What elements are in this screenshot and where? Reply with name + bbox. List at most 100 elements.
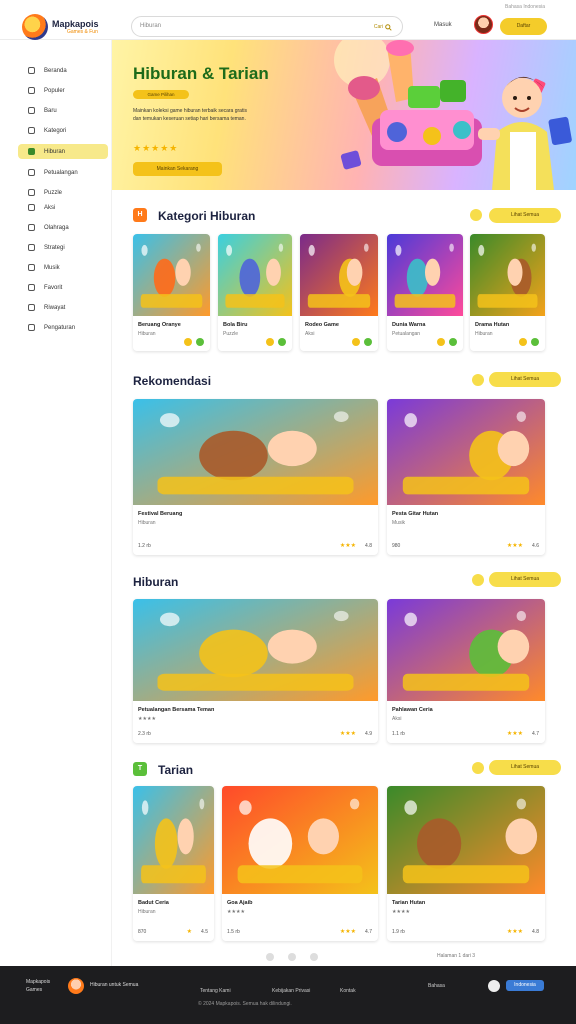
chess-icon xyxy=(28,244,35,251)
section3-arrow-icon[interactable] xyxy=(472,574,484,586)
game-thumbnail[interactable] xyxy=(387,234,463,316)
game-card[interactable]: Drama Hutan Hiburan xyxy=(470,234,545,351)
section1-see-all-button[interactable]: Lihat Semua xyxy=(489,208,561,223)
game-thumbnail[interactable] xyxy=(133,599,378,701)
game-card[interactable]: Badut Ceria Hiburan 870 ★ 4.5 xyxy=(133,786,214,941)
game-thumbnail[interactable] xyxy=(133,786,214,894)
game-thumbnail[interactable] xyxy=(387,399,545,505)
map-icon xyxy=(28,169,35,176)
footer-link-contact[interactable]: Kontak xyxy=(340,988,356,994)
game-category: Aksi xyxy=(305,331,315,337)
login-link[interactable]: Masuk xyxy=(434,22,452,28)
game-rating: 4.9 xyxy=(365,731,372,737)
sidebar-item-3[interactable]: Kategori xyxy=(18,123,108,138)
footer-language-button[interactable]: Indonesia xyxy=(506,980,544,991)
game-card[interactable]: Beruang Oranye Hiburan xyxy=(133,234,210,351)
game-rating: 4.5 xyxy=(201,929,208,935)
game-players: 1.5 rb xyxy=(227,929,240,935)
game-stars: ★★★ xyxy=(339,543,356,549)
logo[interactable] xyxy=(22,14,48,40)
game-title: Drama Hutan xyxy=(475,322,510,328)
sidebar-item-9[interactable]: Strategi xyxy=(18,240,108,255)
hero-play-button[interactable]: Mainkan Sekarang xyxy=(133,162,222,176)
game-title: Festival Beruang xyxy=(138,511,183,517)
search-input[interactable]: Hiburan Cari xyxy=(131,16,403,37)
ball-icon xyxy=(28,224,35,231)
game-card[interactable]: Bola Biru Puzzle xyxy=(218,234,292,351)
game-stars: ★ xyxy=(186,929,192,935)
game-card[interactable]: Festival Beruang Hiburan 1.2 rb ★★★ 4.8 xyxy=(133,399,378,555)
play-icon[interactable] xyxy=(278,338,286,346)
sidebar-item-0[interactable]: Beranda xyxy=(18,63,108,78)
sidebar-item-1[interactable]: Populer xyxy=(18,83,108,98)
game-rating: 4.8 xyxy=(532,929,539,935)
game-card[interactable]: Pesta Gitar Hutan Musik 980 ★★★ 4.6 xyxy=(387,399,545,555)
play-icon[interactable] xyxy=(449,338,457,346)
gear-icon[interactable] xyxy=(488,980,500,992)
game-thumbnail[interactable] xyxy=(387,599,545,701)
section1-arrow-icon[interactable] xyxy=(470,209,482,221)
sidebar-item-7[interactable]: Aksi xyxy=(18,200,108,215)
language-note[interactable]: Bahasa Indonesia xyxy=(505,4,545,10)
heart-icon xyxy=(28,284,35,291)
game-card[interactable]: Rodeo Game Aksi xyxy=(300,234,378,351)
section2-arrow-icon[interactable] xyxy=(472,374,484,386)
game-card[interactable]: Goa Ajaib ★★★★ 1.5 rb ★★★ 4.7 xyxy=(222,786,378,941)
favorite-icon[interactable] xyxy=(437,338,445,346)
sidebar-item-10[interactable]: Musik xyxy=(18,260,108,275)
favorite-icon[interactable] xyxy=(184,338,192,346)
game-thumbnail[interactable] xyxy=(387,786,545,894)
sidebar-item-12[interactable]: Riwayat xyxy=(18,300,108,315)
sidebar-item-label: Baru xyxy=(44,107,57,114)
section4-arrow-icon[interactable] xyxy=(472,762,484,774)
pager-dot[interactable] xyxy=(310,953,318,961)
sidebar-item-2[interactable]: Baru xyxy=(18,103,108,118)
game-category: Petualangan xyxy=(392,331,421,337)
game-card[interactable]: Pahlawan Ceria Aksi 1.1 rb ★★★ 4.7 xyxy=(387,599,545,743)
sidebar-item-4[interactable]: Hiburan xyxy=(18,144,108,159)
game-title: Beruang Oranye xyxy=(138,322,181,328)
footer-link-about[interactable]: Tentang Kami xyxy=(200,988,231,994)
play-icon[interactable] xyxy=(531,338,539,346)
sidebar-item-13[interactable]: Pengaturan xyxy=(18,320,108,335)
sidebar-item-11[interactable]: Favorit xyxy=(18,280,108,295)
footer-logo xyxy=(68,978,84,994)
play-icon[interactable] xyxy=(364,338,372,346)
game-thumbnail[interactable] xyxy=(222,786,378,894)
game-category: ★★★★ xyxy=(138,716,156,722)
game-thumbnail[interactable] xyxy=(133,399,378,505)
register-button[interactable]: Daftar xyxy=(500,18,547,35)
section3-see-all-button[interactable]: Lihat Semua xyxy=(489,572,561,587)
play-icon[interactable] xyxy=(196,338,204,346)
game-rating: 4.6 xyxy=(532,543,539,549)
sidebar-item-6[interactable]: Puzzle xyxy=(18,185,108,200)
pager-dot[interactable] xyxy=(288,953,296,961)
search-button[interactable]: Cari xyxy=(370,21,396,33)
section4-see-all-button[interactable]: Lihat Semua xyxy=(489,760,561,775)
game-card[interactable]: Dunia Warna Petualangan xyxy=(387,234,463,351)
footer-link-privacy[interactable]: Kebijakan Privasi xyxy=(272,988,310,994)
favorite-icon[interactable] xyxy=(519,338,527,346)
game-thumbnail[interactable] xyxy=(470,234,545,316)
sidebar-item-label: Kategori xyxy=(44,127,67,134)
pager-note: Halaman 1 dari 3 xyxy=(437,953,476,959)
sidebar-item-5[interactable]: Petualangan xyxy=(18,165,108,180)
sidebar-item-8[interactable]: Olahraga xyxy=(18,220,108,235)
game-stars: ★★★ xyxy=(506,543,523,549)
favorite-icon[interactable] xyxy=(266,338,274,346)
game-thumbnail[interactable] xyxy=(218,234,292,316)
game-title: Goa Ajaib xyxy=(227,900,253,906)
game-card[interactable]: Tarian Hutan ★★★★ 1.9 rb ★★★ 4.8 xyxy=(387,786,545,941)
game-thumbnail[interactable] xyxy=(133,234,210,316)
sidebar-item-label: Puzzle xyxy=(44,189,63,196)
game-stars: ★★★ xyxy=(506,929,523,935)
game-card[interactable]: Petualangan Bersama Teman ★★★★ 2.3 rb ★★★ 4.… xyxy=(133,599,378,743)
game-stars: ★★★ xyxy=(506,731,523,737)
pager-dot[interactable] xyxy=(266,953,274,961)
game-thumbnail[interactable] xyxy=(300,234,378,316)
favorite-icon[interactable] xyxy=(352,338,360,346)
game-title: Pahlawan Ceria xyxy=(392,707,433,713)
section2-see-all-button[interactable]: Lihat Semua xyxy=(489,372,561,387)
game-category: Hiburan xyxy=(138,331,156,337)
avatar[interactable] xyxy=(474,15,493,34)
